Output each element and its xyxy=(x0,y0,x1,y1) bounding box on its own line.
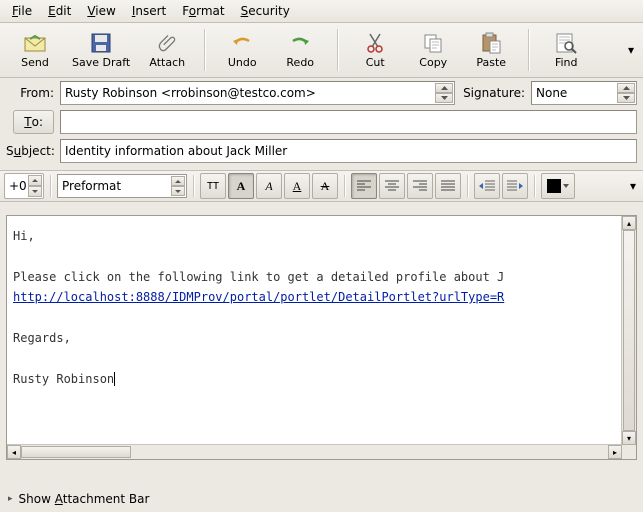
menu-insert[interactable]: Insert xyxy=(124,2,174,20)
from-value: Rusty Robinson <rrobinson@testco.com> xyxy=(65,86,450,100)
send-button[interactable]: Send xyxy=(6,29,64,71)
save-draft-button[interactable]: Save Draft xyxy=(64,29,138,71)
color-button[interactable] xyxy=(541,173,575,199)
style-value: Preformat xyxy=(62,179,121,193)
chevron-down-icon xyxy=(563,184,569,188)
copy-button[interactable]: Copy xyxy=(404,29,462,71)
subject-label: Subject: xyxy=(6,144,60,158)
expand-icon[interactable]: ▸ xyxy=(8,494,13,504)
chevron-down-icon[interactable] xyxy=(171,186,185,196)
send-label: Send xyxy=(21,56,49,69)
attach-button[interactable]: Attach xyxy=(138,29,196,71)
redo-button[interactable]: Redo xyxy=(271,29,329,71)
copy-icon xyxy=(421,31,445,55)
menu-file[interactable]: File xyxy=(4,2,40,20)
separator xyxy=(204,29,205,71)
indent-button[interactable] xyxy=(502,173,528,199)
horizontal-scrollbar[interactable]: ◂ ▸ xyxy=(7,444,622,459)
scroll-thumb[interactable] xyxy=(21,446,131,458)
subject-row: Subject: Identity information about Jack… xyxy=(0,137,643,166)
save-icon xyxy=(89,31,113,55)
chevron-up-icon[interactable] xyxy=(171,176,185,186)
outdent-button[interactable] xyxy=(474,173,500,199)
color-swatch xyxy=(547,179,561,193)
chevron-down-icon[interactable] xyxy=(28,186,42,197)
find-button[interactable]: Find xyxy=(537,29,595,71)
underline-button[interactable]: A xyxy=(284,173,310,199)
align-right-button[interactable] xyxy=(407,173,433,199)
scissors-icon xyxy=(363,31,387,55)
signature-combo[interactable]: None xyxy=(531,81,637,105)
chevron-down-icon[interactable] xyxy=(435,93,453,103)
attach-label: Attach xyxy=(149,56,185,69)
indent-stepper[interactable]: +0 xyxy=(4,173,44,199)
cut-button[interactable]: Cut xyxy=(346,29,404,71)
copy-label: Copy xyxy=(419,56,447,69)
cut-label: Cut xyxy=(366,56,385,69)
italic-button[interactable]: A xyxy=(256,173,282,199)
align-justify-button[interactable] xyxy=(435,173,461,199)
redo-icon xyxy=(288,31,312,55)
from-combo[interactable]: Rusty Robinson <rrobinson@testco.com> xyxy=(60,81,455,105)
menubar: File Edit View Insert Format Security xyxy=(0,0,643,23)
format-toolbar: +0 Preformat TT A A A A ▾ xyxy=(0,170,643,202)
align-center-button[interactable] xyxy=(379,173,405,199)
to-button[interactable]: To: xyxy=(13,110,54,134)
from-label: From: xyxy=(6,86,60,100)
indent-value: +0 xyxy=(9,179,27,193)
separator xyxy=(337,29,338,71)
menu-edit[interactable]: Edit xyxy=(40,2,79,20)
to-row: To: xyxy=(0,108,643,137)
send-icon xyxy=(23,31,47,55)
vertical-scrollbar[interactable]: ▴ ▾ xyxy=(621,216,636,445)
format-overflow[interactable]: ▾ xyxy=(627,166,639,206)
bold-button[interactable]: A xyxy=(228,173,254,199)
undo-icon xyxy=(230,31,254,55)
menu-security[interactable]: Security xyxy=(233,2,298,20)
menu-format[interactable]: Format xyxy=(174,2,232,20)
find-label: Find xyxy=(555,56,578,69)
from-row: From: Rusty Robinson <rrobinson@testco.c… xyxy=(0,78,643,108)
to-input[interactable] xyxy=(60,110,637,134)
undo-button[interactable]: Undo xyxy=(213,29,271,71)
scroll-up-icon[interactable]: ▴ xyxy=(622,216,636,230)
editor-container: Hi, Please click on the following link t… xyxy=(6,215,637,460)
signature-label: Signature: xyxy=(463,86,525,100)
chevron-up-icon[interactable] xyxy=(435,83,453,93)
align-left-button[interactable] xyxy=(351,173,377,199)
strike-button[interactable]: A xyxy=(312,173,338,199)
scroll-left-icon[interactable]: ◂ xyxy=(7,445,21,459)
style-combo[interactable]: Preformat xyxy=(57,174,187,198)
scroll-thumb[interactable] xyxy=(623,230,635,431)
paste-icon xyxy=(479,31,503,55)
body-link[interactable]: http://localhost:8888/IDMProv/portal/por… xyxy=(13,290,504,304)
paste-label: Paste xyxy=(476,56,506,69)
main-toolbar: Send Save Draft Attach Undo Redo Cut Cop… xyxy=(0,23,643,78)
menu-view[interactable]: View xyxy=(79,2,123,20)
save-label: Save Draft xyxy=(72,56,130,69)
separator xyxy=(528,29,529,71)
message-body[interactable]: Hi, Please click on the following link t… xyxy=(7,216,622,445)
paste-button[interactable]: Paste xyxy=(462,29,520,71)
toolbar-overflow[interactable]: ▾ xyxy=(625,30,637,70)
subject-input[interactable]: Identity information about Jack Miller xyxy=(60,139,637,163)
attachment-bar-toggle[interactable]: Show Attachment Bar xyxy=(19,492,150,506)
scroll-down-icon[interactable]: ▾ xyxy=(622,431,636,445)
scroll-right-icon[interactable]: ▸ xyxy=(608,445,622,459)
undo-label: Undo xyxy=(228,56,257,69)
scroll-corner xyxy=(622,445,636,459)
find-icon xyxy=(554,31,578,55)
tt-button[interactable]: TT xyxy=(200,173,226,199)
chevron-up-icon[interactable] xyxy=(28,175,42,186)
paperclip-icon xyxy=(155,31,179,55)
chevron-down-icon[interactable] xyxy=(617,93,635,103)
redo-label: Redo xyxy=(286,56,314,69)
chevron-up-icon[interactable] xyxy=(617,83,635,93)
footer: ▸ Show Attachment Bar xyxy=(0,486,643,512)
